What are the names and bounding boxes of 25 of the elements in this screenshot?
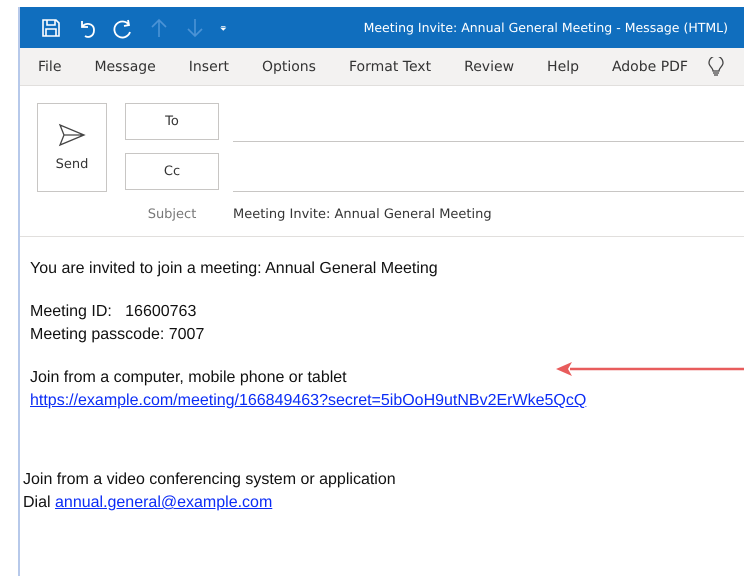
lightbulb-icon[interactable] [708, 56, 724, 76]
menu-tab[interactable]: Message [94, 58, 156, 74]
body-text: Meeting ID: 16600763 [30, 302, 196, 322]
subject-field[interactable]: Meeting Invite: Annual General Meeting [233, 207, 744, 222]
menu-tab[interactable]: Review [464, 58, 514, 74]
menu-tab[interactable]: Insert [188, 58, 229, 74]
body-text: Meeting passcode: 7007 [30, 325, 204, 345]
body-text: Dial [23, 494, 51, 511]
save-icon[interactable] [40, 16, 62, 38]
cc-button[interactable]: Cc [125, 153, 219, 190]
menu-tab[interactable]: File [38, 58, 62, 74]
to-button[interactable]: To [125, 103, 219, 140]
menu-tab[interactable]: Adobe PDF [612, 58, 688, 74]
body-text: You are invited to join a meeting: Annual General Meeting [30, 259, 438, 279]
subject-label: Subject [146, 207, 198, 222]
window-title: Meeting Invite: Annual General Meeting - Message (HTML) [364, 20, 728, 35]
body-text: Join from a video conferencing system or application [23, 470, 396, 490]
meeting-link[interactable]: https://example.com/meeting/166849463?secret=5ibOoH9utNBv2ErWke5QcQ [30, 392, 586, 409]
menu-tab[interactable]: Help [547, 58, 579, 74]
menu-tab[interactable]: Format Text [348, 58, 432, 74]
email-link[interactable]: annual.general@example.com [55, 494, 272, 511]
send-icon[interactable] [58, 123, 86, 147]
menu-tab[interactable]: Options [262, 58, 316, 74]
body-text: Join from a computer, mobile phone or tablet [30, 368, 347, 388]
send-button[interactable]: Send [37, 103, 107, 192]
